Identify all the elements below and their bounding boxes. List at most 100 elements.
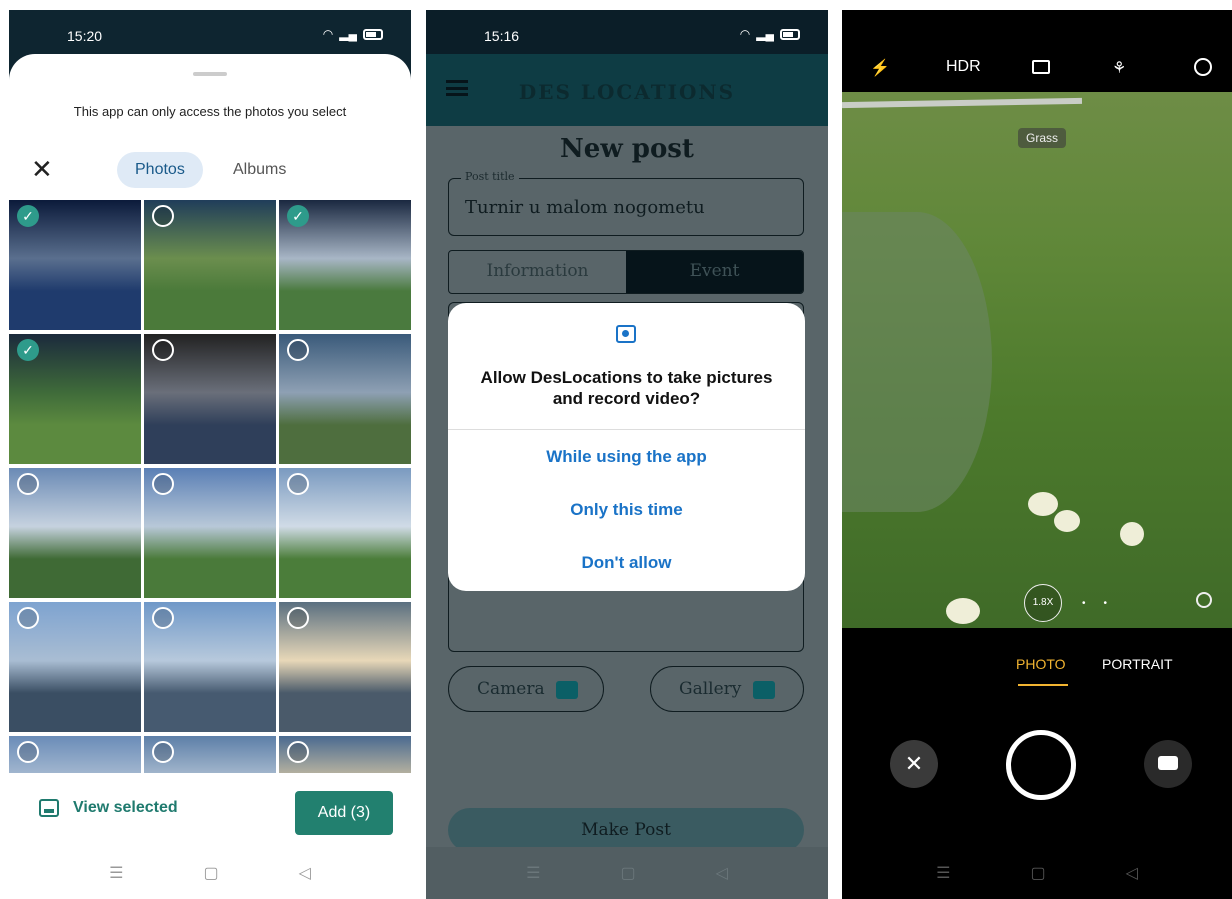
checked-icon[interactable]: ✓ (17, 339, 39, 361)
unchecked-circle-icon[interactable] (287, 741, 309, 763)
back-icon[interactable]: ◁ (716, 863, 728, 883)
system-nav-bar: ☰ ▢ ◁ (426, 847, 828, 899)
close-icon[interactable]: ✕ (31, 156, 53, 182)
photo-thumbnail[interactable] (9, 602, 141, 732)
zoom-dots[interactable]: •• (1082, 598, 1125, 609)
unchecked-circle-icon[interactable] (152, 473, 174, 495)
unchecked-circle-icon[interactable] (152, 741, 174, 763)
add-photo-icon (752, 680, 775, 699)
view-selected-button[interactable]: View selected (39, 799, 178, 817)
gallery-label: Gallery (679, 679, 742, 699)
unchecked-circle-icon[interactable] (152, 607, 174, 629)
flower (1054, 510, 1080, 532)
photo-thumbnail[interactable] (144, 602, 276, 732)
checked-icon[interactable]: ✓ (17, 205, 39, 227)
unchecked-circle-icon[interactable] (152, 339, 174, 361)
lens-icon[interactable] (1196, 592, 1212, 608)
photo-picker-screen: 15:20 ◠ ▂▄ This app can only access the … (9, 10, 411, 899)
home-icon[interactable]: ▢ (620, 863, 635, 883)
post-title-label: Post title (461, 170, 519, 183)
photo-thumbnail[interactable] (144, 200, 276, 330)
recents-icon[interactable]: ☰ (526, 863, 540, 883)
camera-icon (616, 325, 636, 343)
add-camera-icon (556, 680, 578, 699)
cancel-button[interactable]: ✕ (890, 740, 938, 788)
mode-photo[interactable]: PHOTO (1016, 656, 1066, 672)
drag-handle[interactable] (193, 72, 227, 76)
status-time: 15:16 (484, 28, 520, 44)
home-icon[interactable]: ▢ (203, 863, 218, 883)
unchecked-circle-icon[interactable] (287, 473, 309, 495)
photo-thumbnail[interactable]: ✓ (9, 200, 141, 330)
photo-thumbnail[interactable] (279, 602, 411, 732)
app-title: DES LOCATIONS (518, 80, 736, 104)
unchecked-circle-icon[interactable] (287, 607, 309, 629)
unchecked-circle-icon[interactable] (17, 473, 39, 495)
home-icon[interactable]: ▢ (1030, 863, 1045, 883)
system-nav-bar: ☰ ▢ ◁ (842, 847, 1232, 899)
photo-thumbnail[interactable]: ✓ (279, 200, 411, 330)
flower (946, 598, 980, 624)
filter-icon[interactable]: ⚘ (1112, 58, 1126, 78)
background-patch (842, 212, 992, 512)
camera-button[interactable]: Camera (448, 666, 604, 712)
make-post-button[interactable]: Make Post (448, 808, 804, 852)
mode-portrait[interactable]: PORTRAIT (1102, 656, 1173, 672)
shutter-button[interactable] (1006, 730, 1076, 800)
camera-top-bar: ⚡ HDR ⚘ (842, 10, 1232, 92)
back-icon[interactable]: ◁ (299, 863, 311, 883)
system-nav-bar: ☰ ▢ ◁ (9, 847, 411, 899)
tab-photos[interactable]: Photos (117, 152, 203, 188)
image-icon (39, 799, 59, 817)
hdr-toggle[interactable]: HDR (946, 58, 981, 76)
status-time: 15:20 (67, 28, 103, 44)
photo-thumbnail[interactable] (144, 334, 276, 464)
battery-icon (780, 28, 800, 40)
back-icon[interactable]: ◁ (1126, 863, 1138, 883)
flash-off-icon[interactable]: ⚡ (870, 58, 890, 78)
view-selected-label: View selected (73, 799, 178, 816)
unchecked-circle-icon[interactable] (287, 339, 309, 361)
gallery-button[interactable]: Gallery (650, 666, 804, 712)
app-bar: DES LOCATIONS (426, 54, 828, 126)
access-notice: This app can only access the photos you … (73, 104, 347, 119)
post-title-field[interactable]: Post title Turnir u malom nogometu (448, 170, 804, 236)
checked-icon[interactable]: ✓ (287, 205, 309, 227)
recents-icon[interactable]: ☰ (936, 863, 950, 883)
unchecked-circle-icon[interactable] (152, 205, 174, 227)
recents-icon[interactable]: ☰ (109, 863, 123, 883)
while-using-button[interactable]: While using the app (448, 447, 805, 467)
new-post-screen: 15:16 ◠ ▂▄ DES LOCATIONS New post Post t… (426, 10, 828, 899)
camera-screen: ⚡ HDR ⚘ Grass 1.8X •• PHOTO PORTRAIT ✕ ☰… (842, 10, 1232, 899)
photo-thumbnail[interactable] (279, 334, 411, 464)
battery-icon (363, 28, 383, 40)
flower (1120, 522, 1144, 546)
divider (448, 429, 805, 430)
photo-thumbnail[interactable] (9, 468, 141, 598)
settings-icon[interactable] (1194, 58, 1212, 76)
segment-information[interactable]: Information (449, 251, 626, 293)
wifi-icon: ◠ (322, 27, 334, 41)
background-path (842, 97, 1083, 109)
dont-allow-button[interactable]: Don't allow (448, 553, 805, 573)
post-title-value: Turnir u malom nogometu (465, 197, 705, 218)
status-bar: 15:16 ◠ ▂▄ (426, 10, 828, 54)
status-icons: ◠ ▂▄ (323, 27, 383, 41)
wifi-icon: ◠ (739, 27, 751, 41)
camera-viewfinder[interactable]: Grass 1.8X •• (842, 92, 1232, 628)
tab-albums[interactable]: Albums (215, 152, 304, 188)
unchecked-circle-icon[interactable] (17, 741, 39, 763)
photo-thumbnail[interactable] (144, 468, 276, 598)
segment-event[interactable]: Event (626, 251, 803, 293)
add-button[interactable]: Add (3) (295, 791, 393, 835)
image-icon[interactable] (1032, 60, 1050, 74)
zoom-level[interactable]: 1.8X (1024, 584, 1062, 622)
photo-thumbnail[interactable]: ✓ (9, 334, 141, 464)
switch-camera-button[interactable] (1144, 740, 1192, 788)
only-this-time-button[interactable]: Only this time (448, 500, 805, 520)
photo-thumbnail[interactable] (279, 468, 411, 598)
signal-icon: ▂▄ (756, 27, 774, 41)
unchecked-circle-icon[interactable] (17, 607, 39, 629)
mode-indicator (1018, 684, 1068, 686)
flower (1028, 492, 1058, 516)
